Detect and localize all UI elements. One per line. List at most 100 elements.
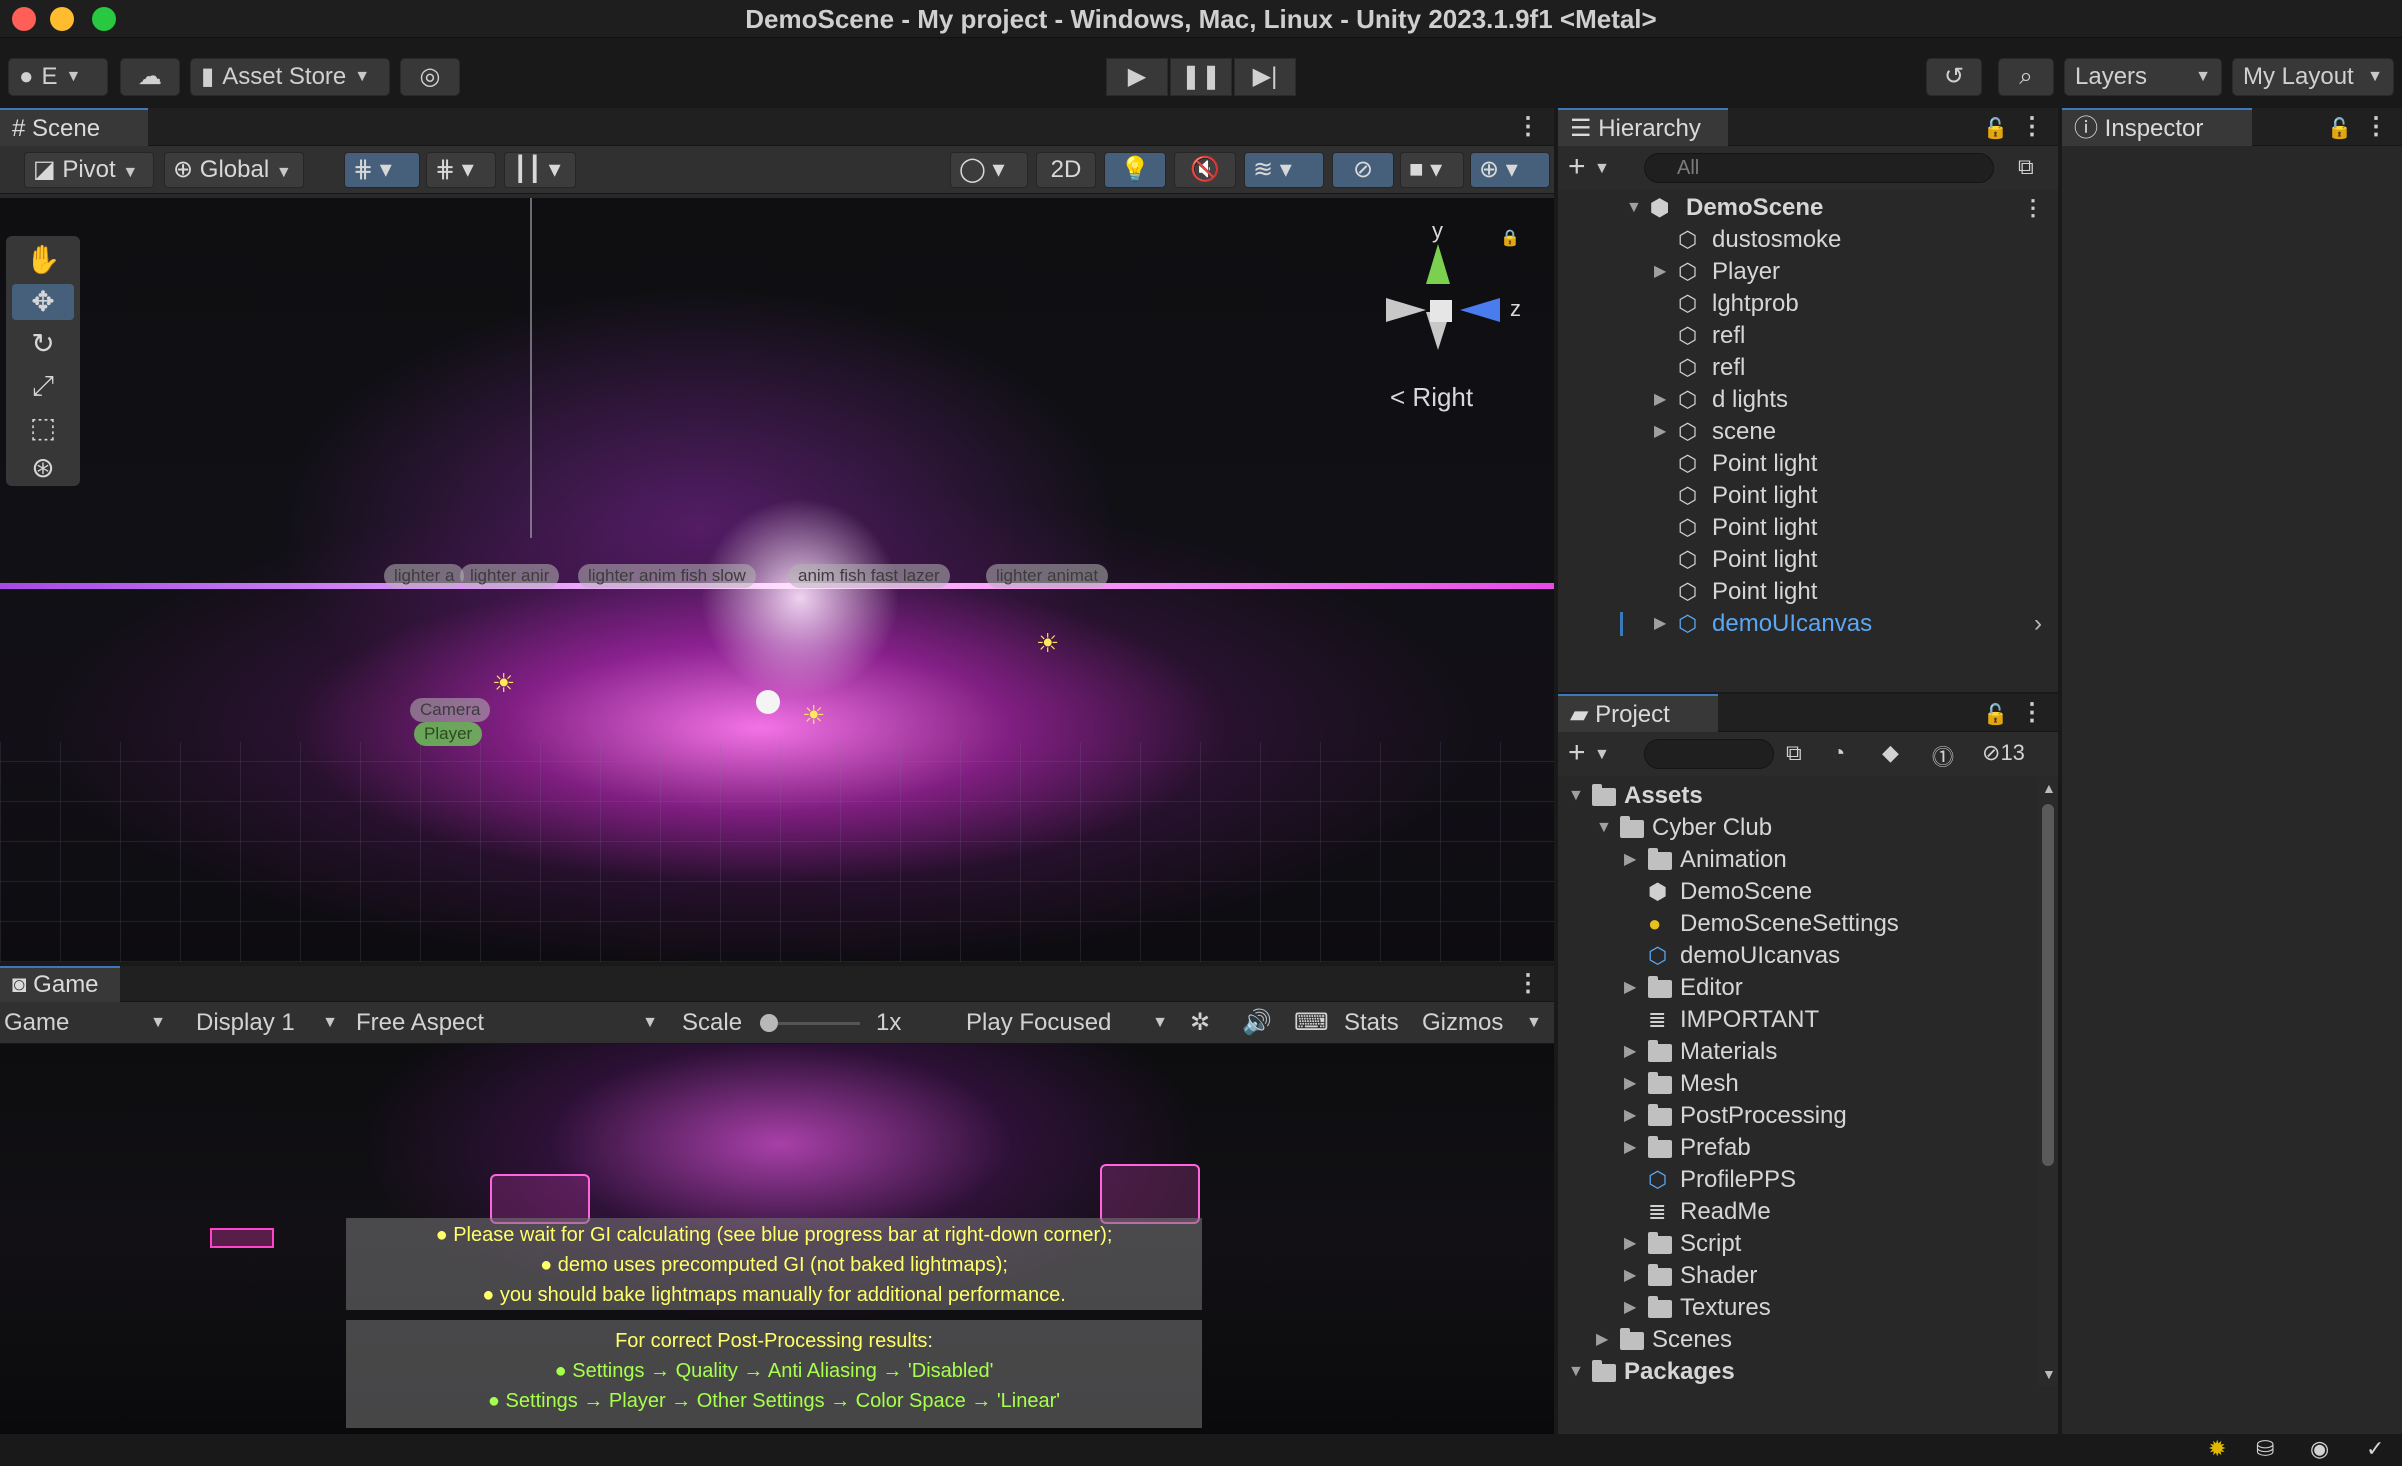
project-item[interactable]: ▶ Animation: [1558, 844, 2038, 876]
reflection-probe-icon[interactable]: [756, 690, 780, 714]
effects-dropdown[interactable]: ≋ ▾: [1244, 152, 1324, 188]
project-item[interactable]: ▶ Script: [1558, 1228, 2038, 1260]
expand-arrow-icon[interactable]: ▶: [1624, 844, 1636, 876]
scene-object-label[interactable]: lighter a: [384, 564, 465, 588]
chevron-down-icon[interactable]: ▼: [1526, 1014, 1542, 1032]
axis-z-cone[interactable]: [1460, 298, 1500, 322]
project-item[interactable]: ▶ Mesh: [1558, 1068, 2038, 1100]
play-button[interactable]: ▶: [1106, 58, 1168, 96]
aspect-dropdown[interactable]: Free Aspect ▼: [356, 1006, 662, 1040]
hierarchy-item[interactable]: ▶ ⬡ › demoUIcanvas: [1558, 608, 2058, 640]
project-search-input[interactable]: [1644, 739, 1774, 769]
project-item[interactable]: ▼ Packages: [1558, 1356, 2038, 1388]
lighting-toggle[interactable]: 💡: [1104, 152, 1166, 188]
bug-icon[interactable]: ✲: [1190, 1006, 1210, 1040]
light-gizmo-icon[interactable]: ☀: [802, 700, 825, 731]
project-item[interactable]: ⬢ DemoScene: [1558, 876, 2038, 908]
display-dropdown[interactable]: Display 1 ▼: [196, 1006, 342, 1040]
root-menu-icon[interactable]: ⋮: [2022, 189, 2044, 227]
add-icon[interactable]: +: [1568, 736, 1586, 770]
stats-button[interactable]: Stats: [1344, 1006, 1399, 1040]
shading-mode-dropdown[interactable]: ◯ ▾: [950, 152, 1028, 188]
gizmo-center-cube[interactable]: [1430, 300, 1452, 322]
project-item[interactable]: ▶ PostProcessing: [1558, 1100, 2038, 1132]
project-item[interactable]: ≣ ReadMe: [1558, 1196, 2038, 1228]
project-menu-icon[interactable]: ⋮: [2020, 694, 2044, 732]
minimize-window-button[interactable]: [50, 7, 74, 31]
project-item[interactable]: ≣ IMPORTANT: [1558, 1004, 2038, 1036]
expand-arrow-icon[interactable]: ▶: [1596, 1324, 1608, 1356]
scroll-up-icon[interactable]: ▲: [2042, 780, 2056, 796]
play-focus-dropdown[interactable]: Play Focused ▼: [966, 1006, 1172, 1040]
project-item[interactable]: ● DemoSceneSettings: [1558, 908, 2038, 940]
pivot-dropdown[interactable]: ◪ Pivot ▼: [24, 152, 154, 188]
zoom-window-button[interactable]: [92, 7, 116, 31]
tab-scene[interactable]: # Scene: [0, 108, 148, 146]
inspector-menu-icon[interactable]: ⋮: [2364, 108, 2388, 146]
search-button[interactable]: ⌕: [1998, 58, 2054, 96]
search-options-icon[interactable]: ⧉: [2018, 154, 2034, 180]
scroll-down-icon[interactable]: ▼: [2042, 1366, 2056, 1382]
project-item[interactable]: ▶ Editor: [1558, 972, 2038, 1004]
version-control-button[interactable]: ◎: [400, 58, 460, 96]
hierarchy-item[interactable]: ⬡ Point light: [1558, 480, 2058, 512]
scene-object-label[interactable]: lighter anir: [460, 564, 560, 588]
hierarchy-item[interactable]: ⬡ dustosmoke: [1558, 224, 2058, 256]
hierarchy-item[interactable]: ⬡ lghtprob: [1558, 288, 2058, 320]
expand-arrow-icon[interactable]: ▶: [1654, 416, 1666, 448]
account-button[interactable]: ● E ▼: [8, 58, 108, 96]
lock-icon[interactable]: 🔓: [1983, 116, 2008, 141]
expand-arrow-icon[interactable]: ▶: [1654, 608, 1666, 640]
light-gizmo-icon[interactable]: ☀: [1036, 628, 1059, 659]
close-window-button[interactable]: [12, 7, 36, 31]
project-item[interactable]: ▶ Shader: [1558, 1260, 2038, 1292]
hierarchy-item[interactable]: ▶ ⬡ d lights: [1558, 384, 2058, 416]
debug-mode-icon[interactable]: ◉: [2310, 1436, 2329, 1462]
game-viewport[interactable]: ● Please wait for GI calculating (see bl…: [0, 1044, 1554, 1434]
scene-object-label[interactable]: lighter anim fish slow: [578, 564, 756, 588]
expand-arrow-icon[interactable]: ▶: [1624, 1132, 1636, 1164]
project-item[interactable]: ⬡ ProfilePPS: [1558, 1164, 2038, 1196]
hierarchy-item[interactable]: ▶ ⬡ scene: [1558, 416, 2058, 448]
game-menu-icon[interactable]: ⋮: [1516, 966, 1540, 1002]
project-item[interactable]: ▶ Materials: [1558, 1036, 2038, 1068]
ruler-toggle[interactable]: ┃┃ ▾: [504, 152, 576, 188]
open-prefab-icon[interactable]: ›: [2034, 608, 2042, 640]
auto-generate-lighting-icon[interactable]: ✹: [2208, 1436, 2226, 1462]
increment-snap-toggle[interactable]: ⋕ ▾: [426, 152, 496, 188]
axis-neg-z-cone[interactable]: [1386, 298, 1426, 322]
project-item[interactable]: ▶ Scenes: [1558, 1324, 2038, 1356]
hierarchy-menu-icon[interactable]: ⋮: [2020, 108, 2044, 146]
expand-arrow-icon[interactable]: ▶: [1624, 1036, 1636, 1068]
hidden-packages-toggle[interactable]: ⊘13: [1982, 740, 2025, 766]
tab-game[interactable]: ◙ Game: [0, 966, 120, 1002]
move-tool[interactable]: ✥: [12, 284, 74, 320]
view-direction-label[interactable]: < Right: [1390, 382, 1473, 413]
expand-arrow-icon[interactable]: ▶: [1624, 1228, 1636, 1260]
axis-y-cone[interactable]: [1426, 244, 1450, 284]
scrollbar-thumb[interactable]: [2042, 804, 2054, 1166]
filter-by-type-icon[interactable]: ◔: [1832, 740, 1845, 766]
project-item[interactable]: ▼ Cyber Club: [1558, 812, 2038, 844]
2d-toggle[interactable]: 2D: [1036, 152, 1096, 188]
transform-tool[interactable]: ⊛: [12, 450, 74, 486]
lock-icon[interactable]: 🔓: [1983, 702, 2008, 727]
global-dropdown[interactable]: ⊕ Global ▼: [164, 152, 304, 188]
lock-icon[interactable]: 🔒: [1500, 228, 1520, 248]
undo-history-button[interactable]: ↺: [1926, 58, 1982, 96]
tab-project[interactable]: ▰ Project: [1558, 694, 1718, 732]
rotate-tool[interactable]: ↻: [12, 326, 74, 362]
grid-snap-toggle[interactable]: ⋕ ▾: [344, 152, 420, 188]
scene-object-label[interactable]: anim fish fast lazer: [788, 564, 950, 588]
audio-toggle[interactable]: 🔇: [1174, 152, 1236, 188]
light-gizmo-icon[interactable]: ☀: [492, 668, 515, 699]
hierarchy-search-input[interactable]: All: [1644, 153, 1994, 183]
project-item[interactable]: ▶ Textures: [1558, 1292, 2038, 1324]
lock-icon[interactable]: 🔓: [2327, 116, 2352, 141]
expand-arrow-icon[interactable]: ▼: [1568, 1356, 1584, 1388]
expand-arrow-icon[interactable]: ▶: [1654, 256, 1666, 288]
project-item[interactable]: ▼ Assets: [1558, 780, 2038, 812]
status-check-icon[interactable]: ✓: [2366, 1436, 2384, 1462]
step-button[interactable]: ▶|: [1234, 58, 1296, 96]
hidden-objects-toggle[interactable]: ⊘: [1332, 152, 1394, 188]
